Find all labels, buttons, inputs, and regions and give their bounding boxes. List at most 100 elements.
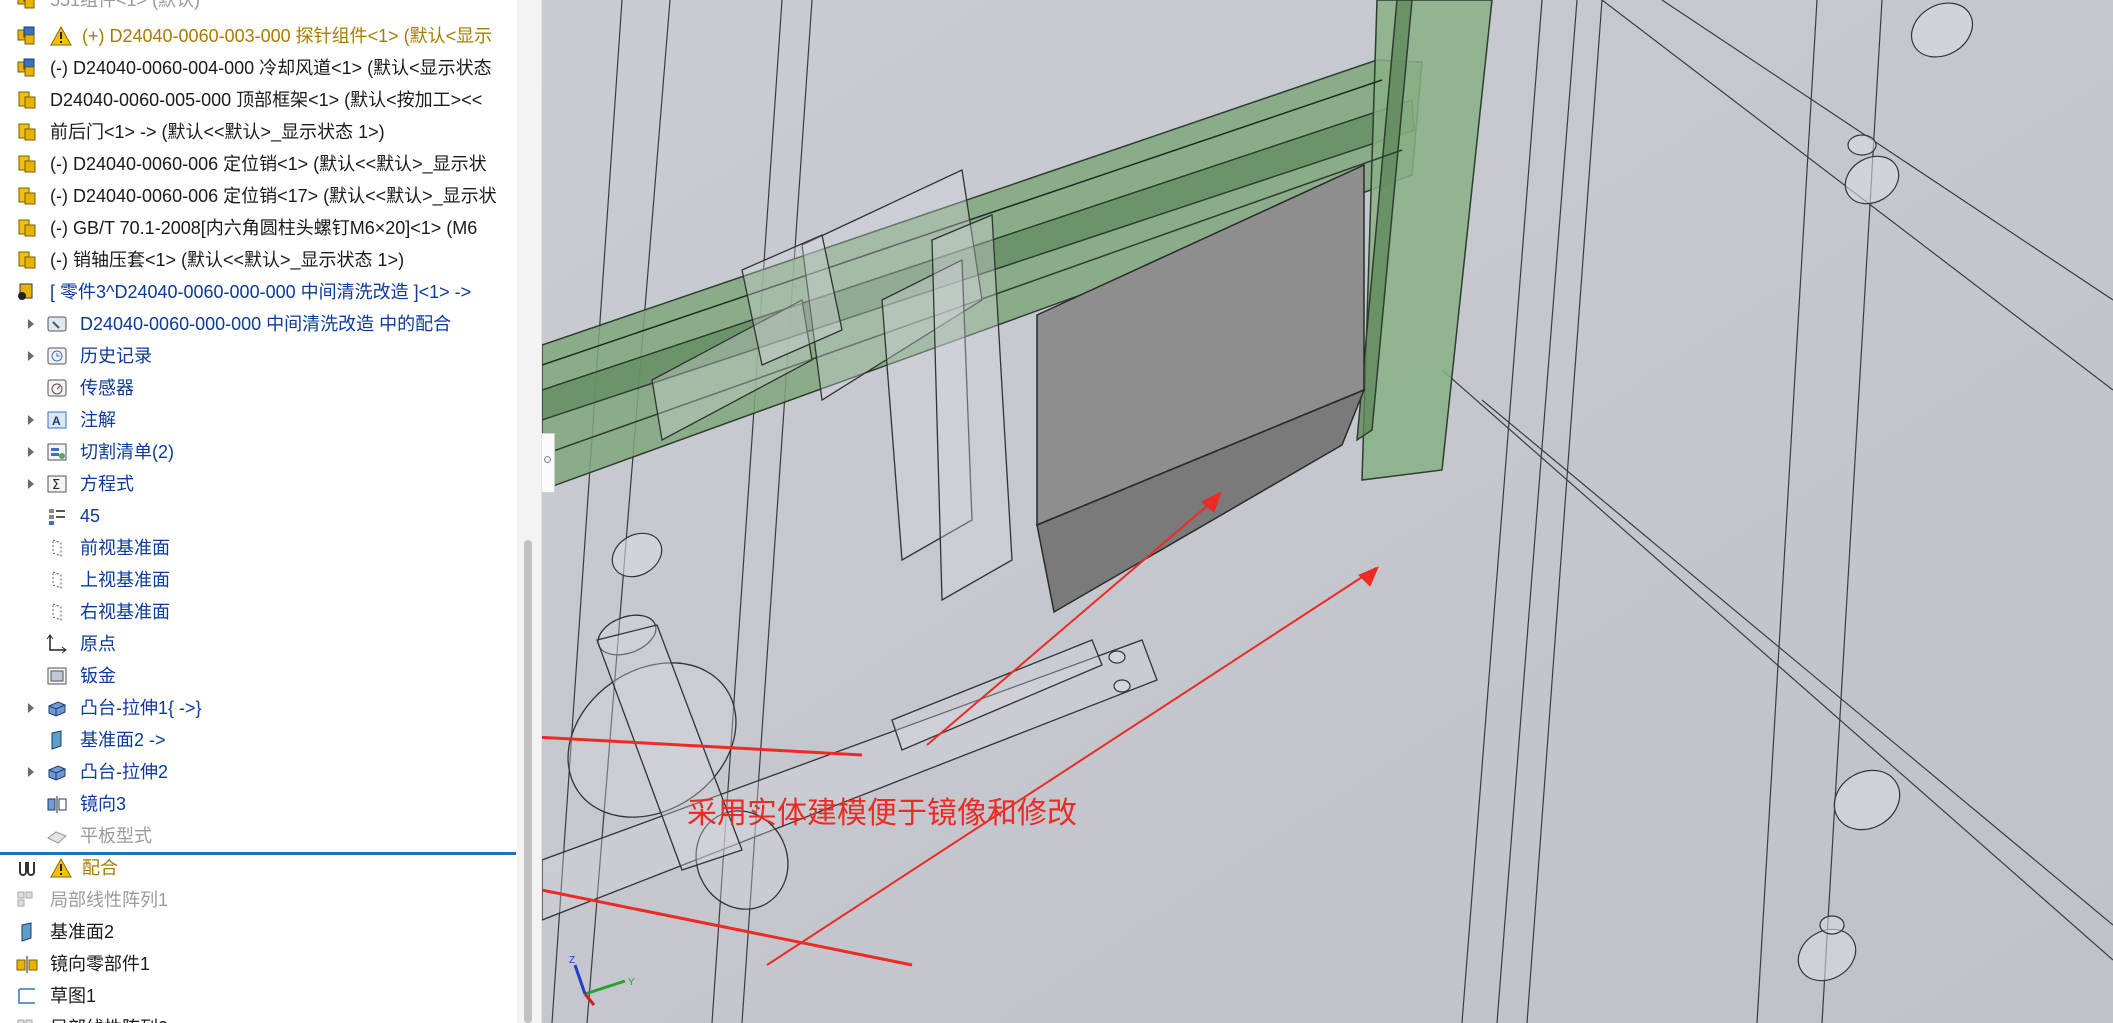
tree-item[interactable]: D24040-0060-005-000 顶部框架<1> (默认<按加工><<: [0, 84, 517, 116]
plane-icon: [45, 601, 69, 623]
mirror-component-icon: [15, 953, 39, 975]
tree-item[interactable]: (-) 销轴压套<1> (默认<<默认>_显示状态 1>): [0, 244, 517, 276]
tree-item-label: 局部线性阵列1: [50, 890, 169, 910]
tree-item-label: 草图1: [50, 986, 97, 1006]
pattern-icon: [15, 889, 39, 911]
tree-item[interactable]: 局部线性阵列2: [0, 1012, 517, 1023]
sketch-icon: [15, 985, 39, 1007]
tree-item-label: 凸台-拉伸1{ ->}: [80, 698, 202, 718]
tree-scrollbar-thumb[interactable]: [524, 540, 532, 1023]
tree-item-label: 551组件<1> (默认): [50, 0, 201, 10]
mirror-icon: [45, 793, 69, 815]
tree-item-label: 切割清单(2): [80, 442, 174, 462]
panel-collapse-handle[interactable]: [542, 433, 555, 493]
tree-item[interactable]: 传感器: [0, 372, 517, 404]
virtual-part-icon: [15, 281, 39, 303]
tree-item[interactable]: 历史记录: [0, 340, 517, 372]
tree-item[interactable]: 551组件<1> (默认): [0, 0, 517, 16]
triad-y-label: Y: [628, 977, 635, 988]
tree-item-label: 注解: [80, 410, 116, 430]
tree-item-label: 原点: [80, 634, 116, 654]
tree-item[interactable]: (-) D24040-0060-004-000 冷却风道<1> (默认<显示状态: [0, 52, 517, 84]
assembly-icon: [15, 0, 39, 11]
expand-arrow-icon[interactable]: [28, 479, 34, 489]
tree-item-label: 上视基准面: [80, 570, 170, 590]
expand-arrow-icon[interactable]: [28, 351, 34, 361]
tree-item-label: 局部线性阵列2: [50, 1017, 168, 1023]
tree-item-label: 传感器: [80, 378, 134, 398]
tree-item[interactable]: 草图1: [0, 980, 517, 1012]
tree-item-label: (-) GB/T 70.1-2008[内六角圆柱头螺钉M6×20]<1> (M6: [50, 218, 478, 238]
svg-text:Σ: Σ: [52, 478, 60, 493]
tree-item-label: 钣金: [80, 666, 116, 686]
tree-item[interactable]: 镜向零部件1: [0, 948, 517, 980]
part-icon: [15, 89, 39, 111]
pattern-icon: [15, 1017, 39, 1023]
tree-item[interactable]: 前视基准面: [0, 532, 517, 564]
part-icon: [15, 153, 39, 175]
tree-item[interactable]: 原点: [0, 628, 517, 660]
plane-icon: [45, 569, 69, 591]
flat-pattern-icon: [45, 825, 69, 847]
expand-arrow-icon[interactable]: [28, 415, 34, 425]
tree-item[interactable]: (-) D24040-0060-006 定位销<1> (默认<<默认>_显示状: [0, 148, 517, 180]
expand-arrow-icon[interactable]: [28, 767, 34, 777]
tree-item-label: 右视基准面: [80, 602, 170, 622]
expand-arrow-icon[interactable]: [28, 447, 34, 457]
tree-item-label: (+) D24040-0060-003-000 探针组件<1> (默认<显示: [82, 26, 493, 46]
tree-item[interactable]: 基准面2 ->: [0, 724, 517, 756]
tree-item[interactable]: [ 零件3^D24040-0060-000-000 中间清洗改造 ]<1> ->: [0, 276, 517, 308]
history-icon: [45, 345, 69, 367]
extrude-icon: [45, 761, 69, 783]
triad-z-label: Z: [569, 955, 575, 966]
tree-item[interactable]: 配合: [0, 852, 517, 884]
tree-scrollbar[interactable]: [517, 0, 542, 1023]
part-icon: [15, 121, 39, 143]
tree-item-label: 配合: [82, 858, 118, 878]
graphics-viewport[interactable]: Y Z: [542, 0, 2113, 1023]
tree-item[interactable]: (-) D24040-0060-006 定位销<17> (默认<<默认>_显示状: [0, 180, 517, 212]
tree-item[interactable]: 切割清单(2): [0, 436, 517, 468]
tree-item-label: 45: [80, 506, 101, 526]
tree-item[interactable]: Σ 方程式: [0, 468, 517, 500]
tree-item[interactable]: 平板型式: [0, 820, 517, 852]
rollback-bar[interactable]: [0, 852, 516, 855]
tree-item-label: 凸台-拉伸2: [80, 762, 169, 782]
part-icon: [15, 185, 39, 207]
tree-item[interactable]: 右视基准面: [0, 596, 517, 628]
ref-plane-icon: [15, 921, 39, 943]
mates-icon: [15, 857, 39, 879]
tree-item[interactable]: 上视基准面: [0, 564, 517, 596]
tree-item[interactable]: 局部线性阵列1: [0, 884, 517, 916]
tree-item[interactable]: 前后门<1> -> (默认<<默认>_显示状态 1>): [0, 116, 517, 148]
warning-icon: [50, 25, 72, 46]
tree-item[interactable]: 凸台-拉伸1{ ->}: [0, 692, 517, 724]
tree-item-label: 基准面2: [50, 922, 115, 942]
tree-item[interactable]: 45: [0, 500, 517, 532]
tree-item[interactable]: D24040-0060-000-000 中间清洗改造 中的配合: [0, 308, 517, 340]
model-3d-view: Y Z: [542, 0, 2113, 1023]
tree-item[interactable]: (-) GB/T 70.1-2008[内六角圆柱头螺钉M6×20]<1> (M6: [0, 212, 517, 244]
tree-item-label: 镜向3: [80, 794, 127, 814]
tree-item-label: 镜向零部件1: [50, 954, 151, 974]
expand-arrow-icon[interactable]: [28, 319, 34, 329]
tree-item[interactable]: A 注解: [0, 404, 517, 436]
tree-item-label: (-) D24040-0060-004-000 冷却风道<1> (默认<显示状态: [50, 58, 492, 78]
annotation-icon: A: [45, 409, 69, 431]
tree-item[interactable]: 钣金: [0, 660, 517, 692]
tree-item[interactable]: 镜向3: [0, 788, 517, 820]
tree-item[interactable]: 凸台-拉伸2: [0, 756, 517, 788]
tree-item-label: (-) 销轴压套<1> (默认<<默认>_显示状态 1>): [50, 250, 405, 270]
tree-item-label: 前后门<1> -> (默认<<默认>_显示状态 1>): [50, 122, 385, 142]
origin-icon: [45, 633, 69, 655]
feature-manager-tree[interactable]: 551组件<1> (默认) (+) D24040-0060-003-000 探针组…: [0, 0, 517, 1023]
tree-item-label: 方程式: [80, 474, 134, 494]
expand-arrow-icon[interactable]: [28, 703, 34, 713]
tree-item[interactable]: (+) D24040-0060-003-000 探针组件<1> (默认<显示: [0, 20, 517, 52]
annotation-text: 采用实体建模便于镜像和修改: [687, 796, 1077, 831]
svg-text:A: A: [52, 414, 61, 428]
sensor-icon: [45, 377, 69, 399]
cut-list-icon: [45, 441, 69, 463]
tree-item-label: 基准面2 ->: [80, 730, 166, 750]
tree-item[interactable]: 基准面2: [0, 916, 517, 948]
